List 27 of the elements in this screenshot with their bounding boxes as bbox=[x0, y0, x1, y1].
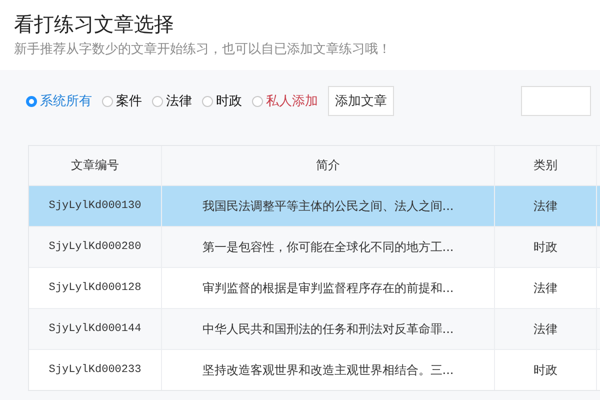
search-field[interactable] bbox=[521, 86, 591, 116]
table-row[interactable]: SjyLylKd000130 我国民法调整平等主体的公民之间、法人之间... 法律 bbox=[29, 185, 600, 226]
table-row[interactable]: SjyLylKd000233 坚持改造客观世界和改造主观世界相结合。三... 时政 bbox=[29, 349, 600, 390]
table-cell-text: SjyLylKd000128 bbox=[48, 281, 142, 296]
radio-icon bbox=[26, 96, 37, 106]
table-row[interactable]: SjyLylKd000280 第一是包容性，你可能在全球化不同的地方工... 时政 bbox=[29, 226, 600, 267]
radio-icon bbox=[202, 96, 213, 106]
table-cell-text: SjyLylKd000144 bbox=[48, 322, 142, 337]
table-row[interactable]: SjyLylKd000128 审判监督的根据是审判监督程序存在的前提和... 法律 bbox=[29, 267, 600, 308]
table-cell: 时政 bbox=[494, 350, 596, 390]
table-cell-text: SjyLylKd000233 bbox=[48, 363, 142, 378]
table-cell-text: SjyLylKd000280 bbox=[48, 240, 142, 255]
category-radio[interactable]: 私人添加 bbox=[252, 92, 318, 110]
table-cell-text: SjyLylKd000130 bbox=[48, 199, 142, 214]
add-article-button[interactable]: 添加文章 bbox=[328, 86, 394, 116]
category-radio[interactable]: 时政 bbox=[202, 92, 242, 110]
page-title: 看打练习文章选择 bbox=[14, 11, 175, 38]
column-header: 文章编号 bbox=[70, 157, 120, 174]
table-row[interactable]: SjyLylKd000144 中华人民共和国刑法的任务和刑法对反革命罪... 法律 bbox=[29, 308, 600, 349]
category-radio[interactable]: 法律 bbox=[152, 92, 192, 110]
category-radio[interactable]: 案件 bbox=[102, 92, 142, 110]
table-cell: 坚持改造客观世界和改造主观世界相结合。三... bbox=[161, 350, 494, 390]
radio-icon bbox=[102, 96, 113, 106]
radio-icon bbox=[152, 96, 163, 106]
category-radio[interactable]: 系统所有 bbox=[26, 92, 92, 110]
page-subtitle: 新手推荐从字数少的文章开始练习，也可以自已添加文章练习哦！ bbox=[14, 41, 392, 59]
radio-icon bbox=[252, 96, 263, 106]
